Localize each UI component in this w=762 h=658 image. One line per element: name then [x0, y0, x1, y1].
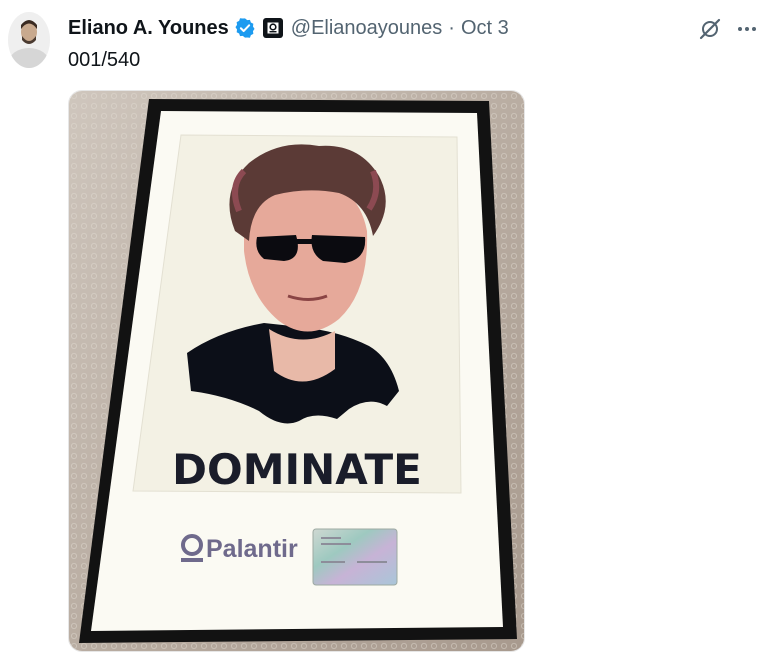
- author-display-name[interactable]: Eliano A. Younes: [68, 17, 229, 40]
- grok-icon[interactable]: [698, 17, 722, 41]
- affiliate-badge-icon[interactable]: [262, 18, 283, 38]
- holographic-card: [312, 528, 398, 586]
- palantir-logo: Palantir: [181, 534, 298, 563]
- tweet-text: 001/540: [68, 49, 141, 71]
- poster-headline: DOMINATE: [172, 445, 422, 494]
- profile-photo: [8, 12, 50, 68]
- author-handle[interactable]: @Elianoayounes: [291, 17, 443, 40]
- palantir-logo-text: Palantir: [206, 535, 298, 563]
- more-icon[interactable]: [735, 17, 759, 41]
- framed-poster-image: DOMINATE Palantir: [69, 91, 524, 651]
- tweet-media-photo[interactable]: DOMINATE Palantir: [68, 90, 525, 652]
- verified-badge-icon: [235, 18, 255, 38]
- author-avatar[interactable]: [8, 12, 50, 68]
- tweet-header: Eliano A. Younes @Elianoayounes · Oct 3: [68, 15, 742, 41]
- tweet-date[interactable]: Oct 3: [461, 17, 509, 40]
- separator-dot: ·: [448, 16, 455, 39]
